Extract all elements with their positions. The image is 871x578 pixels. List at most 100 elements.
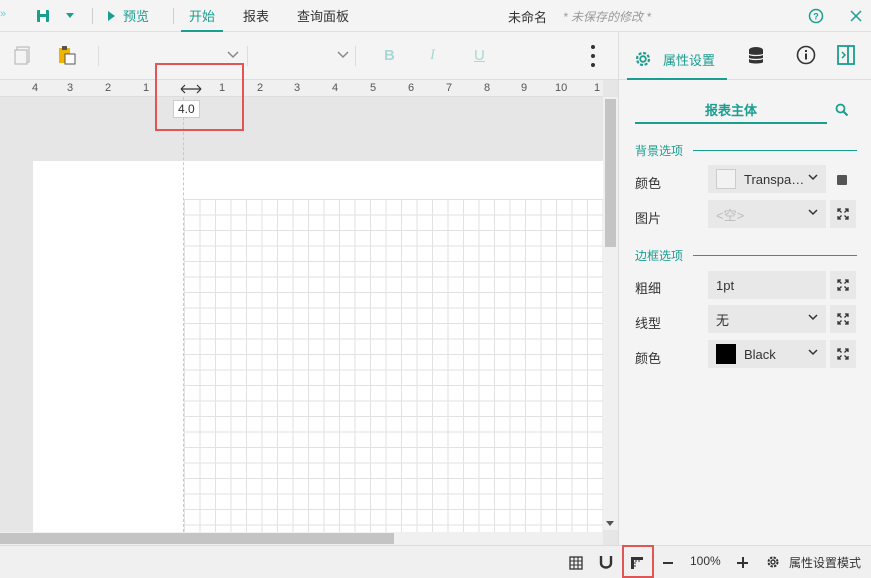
horizontal-scroll-thumb[interactable] — [0, 533, 394, 544]
border-style-label: 线型 — [635, 316, 662, 331]
horizontal-ruler[interactable]: 4 3 2 1 1 2 3 4 5 6 7 8 9 10 1 — [0, 80, 603, 97]
expand-icon — [837, 313, 849, 325]
undo-partial-icon[interactable]: » — [0, 8, 6, 20]
report-body-grid[interactable] — [184, 199, 603, 532]
property-mode-toggle[interactable]: 属性设置模式 — [789, 554, 861, 571]
bg-image-expand-button[interactable] — [830, 200, 856, 228]
ruler-tick: 3 — [294, 82, 301, 94]
horizontal-scrollbar[interactable] — [0, 532, 603, 545]
preview-button[interactable]: 预览 — [100, 0, 157, 32]
underline-icon[interactable]: U — [474, 47, 485, 64]
paste-icon[interactable] — [56, 44, 78, 66]
svg-text:?: ? — [813, 12, 819, 22]
font-size-dropdown[interactable] — [254, 46, 356, 66]
chevron-down-icon — [337, 51, 349, 59]
save-dropdown-icon[interactable] — [66, 13, 74, 18]
design-canvas[interactable] — [0, 97, 603, 532]
bold-icon[interactable]: B — [384, 47, 395, 64]
border-width-expand-button[interactable] — [830, 271, 856, 299]
ruler-tick: 8 — [484, 82, 491, 94]
info-icon[interactable] — [796, 45, 816, 65]
play-icon — [108, 10, 115, 21]
top-bar: » 预览 开始 报表 查询面板 未命名 * 未保存的修改 * ? — [0, 0, 871, 32]
italic-icon[interactable]: I — [430, 47, 435, 64]
status-bar: 100% 属性设置模式 — [0, 545, 871, 578]
expand-icon — [837, 279, 849, 291]
tab-properties-label: 属性设置 — [663, 52, 716, 68]
more-options-icon[interactable] — [590, 45, 596, 67]
save-icon — [37, 9, 49, 22]
document-title: 未命名 — [508, 9, 548, 25]
ruler-tick: 4 — [332, 82, 339, 94]
highlight-box-ruler — [155, 63, 244, 131]
ruler-tick: 4 — [32, 82, 39, 94]
expand-icon — [837, 348, 849, 360]
border-style-dropdown[interactable]: 无 — [708, 305, 826, 333]
border-color-label: 颜色 — [635, 351, 662, 366]
bg-color-label: 颜色 — [635, 176, 662, 191]
gear-icon — [767, 556, 779, 568]
bg-color-value: Transpa… — [744, 171, 805, 187]
margin-guide-line[interactable] — [183, 97, 184, 532]
zoom-out-button[interactable] — [663, 562, 673, 564]
border-color-swatch — [716, 344, 736, 364]
panel-tabs: 属性设置 — [619, 32, 871, 80]
properties-panel: 属性设置 报表主体 背景选项 颜色 Transpa… 图片 <空> 边框选项 粗… — [618, 32, 871, 545]
save-button[interactable] — [28, 0, 58, 32]
border-style-value: 无 — [716, 312, 730, 328]
search-icon[interactable] — [835, 103, 849, 117]
expand-icon — [837, 208, 849, 220]
ruler-tick: 1 — [594, 82, 601, 94]
border-width-label: 粗细 — [635, 281, 662, 296]
chevron-down-icon — [808, 314, 818, 321]
tab-query-panel[interactable]: 查询面板 — [289, 0, 357, 32]
bg-image-label: 图片 — [635, 211, 662, 226]
border-color-dropdown[interactable]: Black — [708, 340, 826, 368]
zoom-level[interactable]: 100% — [690, 554, 721, 568]
unsaved-note: * 未保存的修改 * — [563, 9, 652, 24]
background-options-header: 背景选项 — [635, 142, 857, 159]
ruler-tick: 1 — [143, 82, 150, 94]
border-options-label: 边框选项 — [635, 249, 684, 263]
help-icon[interactable]: ? — [808, 8, 824, 24]
toolbar: B I U — [0, 32, 618, 80]
chevron-down-icon — [808, 209, 818, 216]
gear-icon — [635, 51, 651, 67]
tab-properties[interactable]: 属性设置 — [627, 40, 727, 80]
scroll-down-icon[interactable] — [606, 521, 614, 526]
highlight-box-ruler-toggle — [622, 545, 654, 578]
background-options-label: 背景选项 — [635, 144, 684, 158]
bg-color-dropdown[interactable]: Transpa… — [708, 165, 826, 193]
grid-toggle-icon[interactable] — [569, 556, 583, 570]
report-subject-selector[interactable]: 报表主体 — [635, 96, 827, 124]
bg-image-dropdown[interactable]: <空> — [708, 200, 826, 228]
chevron-down-icon — [227, 51, 239, 59]
vertical-scroll-thumb[interactable] — [605, 99, 616, 247]
report-subject-label: 报表主体 — [704, 102, 757, 118]
bg-image-value: <空> — [716, 207, 745, 223]
copy-icon[interactable] — [12, 44, 34, 66]
ruler-tick: 6 — [408, 82, 415, 94]
border-color-expand-button[interactable] — [830, 340, 856, 368]
vertical-scrollbar[interactable] — [603, 97, 618, 530]
ruler-tick: 2 — [105, 82, 112, 94]
close-icon[interactable] — [849, 9, 863, 23]
zoom-in-button[interactable] — [737, 557, 748, 568]
border-style-expand-button[interactable] — [830, 305, 856, 333]
tab-report[interactable]: 报表 — [235, 0, 277, 32]
database-icon[interactable] — [747, 46, 765, 66]
preview-label: 预览 — [123, 9, 150, 24]
bg-color-reset-button[interactable] — [837, 175, 847, 185]
chevron-down-icon — [808, 174, 818, 181]
bg-color-swatch — [716, 169, 736, 189]
border-width-input[interactable]: 1pt — [708, 271, 826, 299]
ruler-tick: 5 — [370, 82, 377, 94]
tab-start[interactable]: 开始 — [181, 0, 224, 32]
report-page[interactable] — [33, 161, 603, 532]
ruler-tick: 9 — [521, 82, 528, 94]
border-options-header: 边框选项 — [635, 247, 857, 264]
magnet-snap-icon[interactable] — [599, 555, 613, 570]
border-width-value: 1pt — [716, 277, 735, 293]
collapse-panel-icon[interactable] — [837, 45, 855, 65]
border-color-value: Black — [744, 346, 776, 362]
